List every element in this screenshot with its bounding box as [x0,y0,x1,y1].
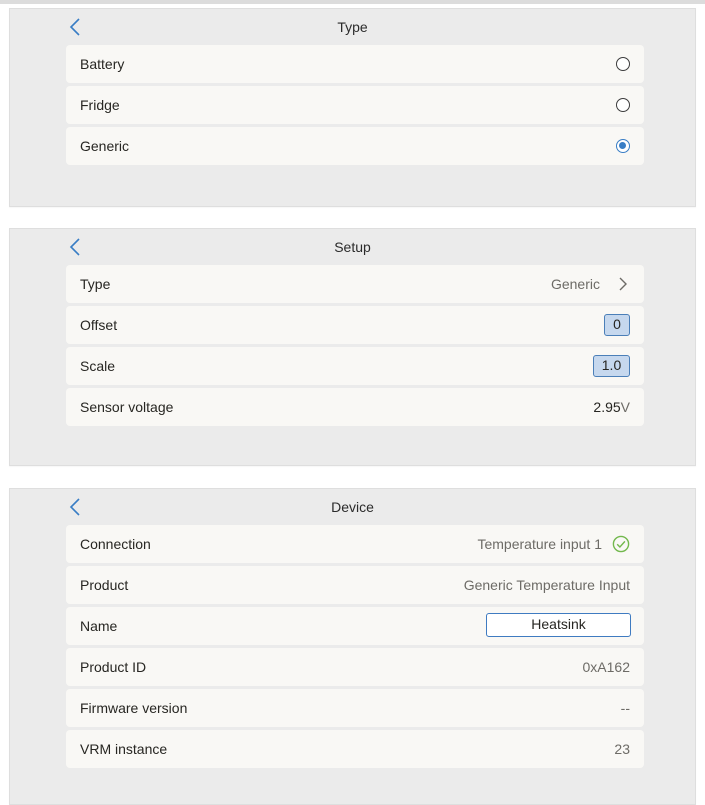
row-label: Firmware version [80,700,188,716]
type-option-battery[interactable]: Battery [66,45,644,83]
setup-header: Setup [10,229,695,263]
option-label: Generic [80,138,130,154]
setup-panel: Setup Type Generic Offset 0 Scale 1.0 Se… [9,228,696,466]
device-firmware-row: Firmware version -- [66,689,644,727]
device-product-id-row: Product ID 0xA162 [66,648,644,686]
row-label: Connection [80,536,151,552]
page-title: Device [331,499,374,515]
setup-offset-row: Offset 0 [66,306,644,344]
voltage-unit: V [620,399,630,415]
row-label: Name [80,618,118,634]
type-panel: Type Battery Fridge Generic [9,8,696,207]
product-value: Generic Temperature Input [463,577,630,593]
row-label: Sensor voltage [80,399,174,415]
device-header: Device [10,489,695,523]
device-product-row: Product Generic Temperature Input [66,566,644,604]
device-panel: Device Connection Temperature input 1 Pr… [9,488,696,805]
row-label: Offset [80,317,118,333]
row-label: Scale [80,358,116,374]
offset-input[interactable]: 0 [604,314,630,336]
connection-value: Temperature input 1 [477,536,602,552]
type-option-fridge[interactable]: Fridge [66,86,644,124]
sensor-voltage-value: 2.95V [593,399,630,415]
setup-type-row[interactable]: Type Generic [66,265,644,303]
setup-scale-row: Scale 1.0 [66,347,644,385]
name-field[interactable]: Heatsink [486,613,631,637]
check-circle-icon [612,535,630,553]
radio-icon[interactable] [616,57,630,71]
firmware-value: -- [620,700,630,716]
option-label: Fridge [80,97,120,113]
voltage-number: 2.95 [593,399,621,415]
row-label: Product ID [80,659,147,675]
page-title: Setup [334,239,371,255]
device-name-row: Name Heatsink [66,607,644,645]
row-label: VRM instance [80,741,168,757]
device-connection-row: Connection Temperature input 1 [66,525,644,563]
setup-voltage-row: Sensor voltage 2.95V [66,388,644,426]
row-label: Type [80,276,111,292]
product-id-value: 0xA162 [582,659,630,675]
type-option-generic[interactable]: Generic [66,127,644,165]
type-header: Type [10,9,695,43]
top-divider [0,0,705,4]
type-value: Generic [550,276,600,292]
vrm-instance-value: 23 [614,741,630,757]
radio-icon[interactable] [616,98,630,112]
row-label: Product [80,577,129,593]
scale-input[interactable]: 1.0 [593,355,630,377]
chevron-right-icon [619,277,627,291]
page-title: Type [337,19,368,35]
radio-selected-icon[interactable] [616,139,630,153]
device-vrm-row: VRM instance 23 [66,730,644,768]
option-label: Battery [80,56,125,72]
